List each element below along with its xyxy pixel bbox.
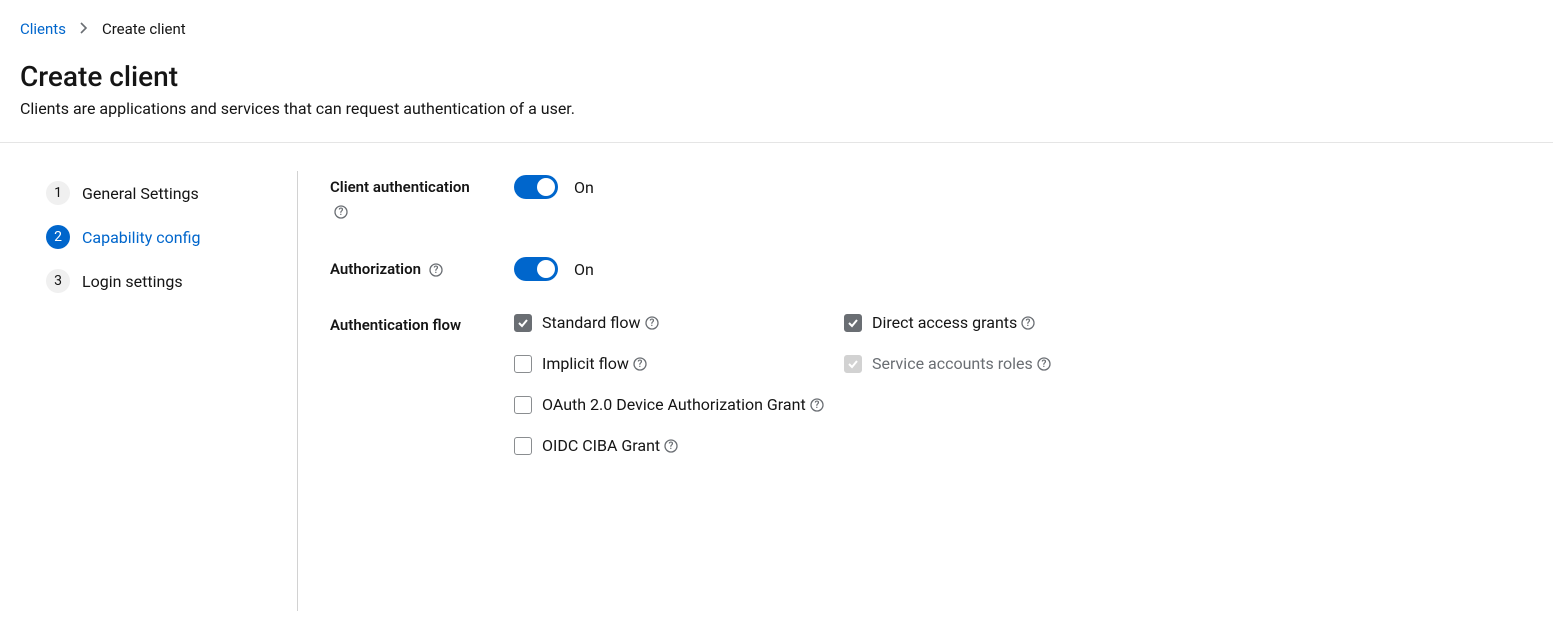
- checkbox-input[interactable]: [514, 437, 532, 455]
- wizard-step-capability-config[interactable]: 2 Capability config: [46, 215, 269, 259]
- checkbox-input[interactable]: [514, 314, 532, 332]
- checkbox-input[interactable]: [844, 314, 862, 332]
- switch-authorization[interactable]: [514, 257, 558, 281]
- switch-client-authentication[interactable]: [514, 175, 558, 199]
- checkbox-label: OAuth 2.0 Device Authorization Grant ?: [542, 395, 824, 414]
- checkbox-input[interactable]: [514, 355, 532, 373]
- checkbox-input[interactable]: [514, 396, 532, 414]
- chevron-right-icon: [80, 20, 88, 38]
- page-title: Create client: [20, 60, 1533, 93]
- svg-text:?: ?: [339, 207, 344, 218]
- checkbox-service-accounts-roles: Service accounts roles ?: [844, 354, 1174, 373]
- step-number: 2: [46, 225, 70, 249]
- wizard-step-general-settings[interactable]: 1 General Settings: [46, 171, 269, 215]
- checkbox-implicit-flow[interactable]: Implicit flow ?: [514, 354, 844, 373]
- step-number: 3: [46, 269, 70, 293]
- svg-text:?: ?: [637, 359, 642, 370]
- help-icon[interactable]: ?: [810, 398, 824, 412]
- page-description: Clients are applications and services th…: [20, 99, 1533, 118]
- svg-text:?: ?: [1041, 359, 1046, 370]
- switch-state: On: [574, 178, 594, 197]
- label-authentication-flow: Authentication flow: [330, 313, 514, 336]
- wizard-step-login-settings[interactable]: 3 Login settings: [46, 259, 269, 303]
- svg-text:?: ?: [1026, 318, 1031, 329]
- breadcrumb: Clients Create client: [20, 20, 1533, 38]
- checkbox-input: [844, 355, 862, 373]
- help-icon[interactable]: ?: [633, 357, 647, 371]
- checkbox-label: Standard flow ?: [542, 313, 659, 332]
- step-label: General Settings: [82, 184, 199, 203]
- checkbox-direct-access-grants[interactable]: Direct access grants ?: [844, 313, 1174, 332]
- step-label: Capability config: [82, 228, 200, 247]
- checkbox-label: Service accounts roles ?: [872, 354, 1051, 373]
- wizard-nav: 1 General Settings 2 Capability config 3…: [20, 171, 298, 611]
- help-icon[interactable]: ?: [1037, 357, 1051, 371]
- help-icon[interactable]: ?: [1021, 316, 1035, 330]
- checkbox-label: Implicit flow ?: [542, 354, 647, 373]
- step-number: 1: [46, 181, 70, 205]
- svg-text:?: ?: [669, 441, 674, 452]
- checkbox-label: OIDC CIBA Grant ?: [542, 436, 678, 455]
- checkbox-label: Direct access grants ?: [872, 313, 1035, 332]
- svg-text:?: ?: [814, 400, 819, 411]
- help-icon[interactable]: ?: [429, 263, 443, 277]
- label-client-authentication: Client authentication ?: [330, 175, 514, 225]
- checkbox-oauth-device-grant[interactable]: OAuth 2.0 Device Authorization Grant ?: [514, 395, 1174, 414]
- form-area: Client authentication ? On Authorization…: [298, 171, 1533, 611]
- label-authorization: Authorization ?: [330, 257, 514, 280]
- switch-state: On: [574, 260, 594, 279]
- help-icon[interactable]: ?: [664, 439, 678, 453]
- svg-text:?: ?: [649, 318, 654, 329]
- checkbox-standard-flow[interactable]: Standard flow ?: [514, 313, 844, 332]
- help-icon[interactable]: ?: [334, 204, 348, 225]
- breadcrumb-link-clients[interactable]: Clients: [20, 20, 66, 38]
- checkbox-oidc-ciba-grant[interactable]: OIDC CIBA Grant ?: [514, 436, 1174, 455]
- help-icon[interactable]: ?: [645, 316, 659, 330]
- svg-text:?: ?: [433, 265, 438, 276]
- step-label: Login settings: [82, 272, 183, 291]
- breadcrumb-current: Create client: [102, 20, 186, 38]
